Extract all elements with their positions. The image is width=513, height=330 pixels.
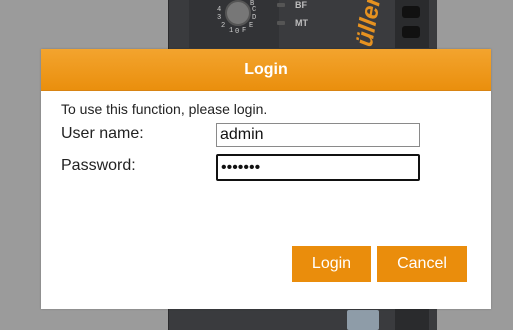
login-dialog: Login To use this function, please login… xyxy=(41,49,491,309)
rotary-label: B xyxy=(250,0,255,8)
login-button[interactable]: Login xyxy=(292,246,371,282)
led-label: MT xyxy=(295,18,308,28)
dialog-header: Login xyxy=(41,49,491,91)
terminal-hole-icon xyxy=(402,26,420,38)
password-label: Password: xyxy=(61,157,136,174)
rotary-label: 2 xyxy=(221,22,226,30)
rotary-label: E xyxy=(249,22,254,30)
rotary-label: 4 xyxy=(217,6,222,14)
password-input[interactable] xyxy=(216,154,420,181)
led-mt: MT xyxy=(277,18,308,28)
brand-strip: üller xyxy=(347,0,387,48)
terminal-block-bottom xyxy=(395,306,429,330)
login-instruction: To use this function, please login. xyxy=(61,101,268,117)
rotary-label: F xyxy=(242,27,247,35)
rotary-dial-icon xyxy=(225,0,251,26)
brand-logo-text: üller xyxy=(351,0,387,48)
connector-icon xyxy=(347,310,379,330)
dialog-title: Login xyxy=(244,60,288,78)
rotary-switch: 4 3 2 1 0 F E D C B xyxy=(217,0,257,36)
led-icon xyxy=(277,3,285,7)
username-input[interactable] xyxy=(216,123,420,147)
terminal-hole-icon xyxy=(402,6,420,18)
terminal-block xyxy=(395,0,429,48)
led-bf: BF xyxy=(277,0,307,10)
cancel-button[interactable]: Cancel xyxy=(377,246,467,282)
username-label: User name: xyxy=(61,125,144,142)
rotary-label: 3 xyxy=(217,14,222,22)
rotary-label: 0 xyxy=(235,28,240,36)
led-icon xyxy=(277,21,285,25)
device-bottom-connectors xyxy=(339,306,429,330)
led-label: BF xyxy=(295,0,307,10)
device-switch-panel: 4 3 2 1 0 F E D C B xyxy=(189,0,279,48)
rotary-label: 1 xyxy=(229,27,234,35)
rotary-label: D xyxy=(252,14,257,22)
